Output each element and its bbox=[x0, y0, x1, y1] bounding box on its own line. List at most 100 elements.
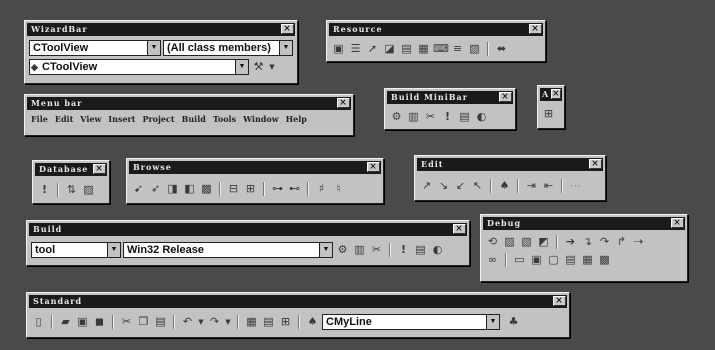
menu-item-insert[interactable]: Insert bbox=[108, 114, 135, 124]
edit-title[interactable]: Edit × bbox=[417, 158, 603, 171]
standard-title[interactable]: Standard × bbox=[29, 295, 567, 308]
chevron-down-icon[interactable]: ▼ bbox=[235, 60, 248, 74]
menu-item-build[interactable]: Build bbox=[182, 114, 206, 124]
class-combo[interactable]: CToolView ▼ bbox=[29, 40, 161, 56]
workspace-icon[interactable]: ▦ bbox=[244, 315, 259, 329]
menu-item-project[interactable]: Project bbox=[142, 114, 174, 124]
pop-context-icon[interactable]: ▩ bbox=[199, 182, 214, 196]
redo-dropdown-icon[interactable]: ▼ bbox=[224, 315, 232, 329]
output-icon[interactable]: ▤ bbox=[261, 315, 276, 329]
disassembly-window-icon[interactable]: ▩ bbox=[597, 253, 612, 267]
call-graph-icon[interactable]: ⊶ bbox=[270, 182, 285, 196]
file-outline-icon[interactable]: ♯ bbox=[314, 182, 329, 196]
clear-bookmarks-icon[interactable]: ↖ bbox=[470, 179, 485, 193]
stop-build-icon[interactable]: ✂ bbox=[423, 110, 438, 124]
copy-icon[interactable]: ❐ bbox=[136, 315, 151, 329]
step-out-icon[interactable]: ↱ bbox=[614, 235, 629, 249]
chevron-down-icon[interactable]: ▼ bbox=[486, 315, 499, 329]
new-icon-icon[interactable]: ◪ bbox=[382, 42, 397, 56]
quickwatch-icon[interactable]: ∞ bbox=[485, 253, 500, 267]
build-title[interactable]: Build × bbox=[29, 223, 467, 236]
close-icon[interactable]: × bbox=[499, 92, 512, 102]
close-icon[interactable]: × bbox=[671, 218, 684, 228]
toggle-bookmark-icon[interactable]: ↗ bbox=[419, 179, 434, 193]
small-palette-title[interactable]: A × bbox=[540, 88, 562, 101]
apply-code-changes-icon[interactable]: ◩ bbox=[536, 235, 551, 249]
show-next-statement-icon[interactable]: ➔ bbox=[563, 235, 578, 249]
save-icon[interactable]: ▣ bbox=[75, 315, 90, 329]
database-title[interactable]: Database × bbox=[35, 163, 107, 176]
new-dialog-icon[interactable]: ▣ bbox=[331, 42, 346, 56]
dropdown-small-icon[interactable]: ▼ bbox=[268, 60, 276, 74]
resource-title[interactable]: Resource × bbox=[329, 23, 543, 36]
indent-icon[interactable]: ⇥ bbox=[524, 179, 539, 193]
undo-dropdown-icon[interactable]: ▼ bbox=[197, 315, 205, 329]
database-run-icon[interactable]: ▨ bbox=[81, 183, 96, 197]
execute-sql-icon[interactable]: ! bbox=[37, 183, 52, 197]
stop-build-icon[interactable]: ✂ bbox=[369, 243, 384, 257]
watch-window-icon[interactable]: ▭ bbox=[512, 253, 527, 267]
base-classes-icon[interactable]: ⊟ bbox=[226, 182, 241, 196]
cut-icon[interactable]: ✂ bbox=[119, 315, 134, 329]
breakpoint-icon[interactable]: ◐ bbox=[430, 243, 445, 257]
function-combo[interactable]: ◆ CToolView ▼ bbox=[29, 59, 249, 75]
step-into-icon[interactable]: ↴ bbox=[580, 235, 595, 249]
close-icon[interactable]: × bbox=[337, 98, 350, 108]
paste-icon[interactable]: ▤ bbox=[153, 315, 168, 329]
call-stack-window-icon[interactable]: ▦ bbox=[580, 253, 595, 267]
menu-item-tools[interactable]: Tools bbox=[213, 114, 236, 124]
build-minibar-title[interactable]: Build MiniBar × bbox=[387, 91, 513, 104]
close-icon[interactable]: × bbox=[553, 296, 566, 306]
undo-icon[interactable]: ↶ bbox=[180, 315, 195, 329]
build-icon[interactable]: ▥ bbox=[352, 243, 367, 257]
members-combo[interactable]: (All class members) ▼ bbox=[162, 40, 293, 56]
compile-icon[interactable]: ⚙ bbox=[389, 110, 404, 124]
browse-query-icon[interactable]: ♮ bbox=[331, 182, 346, 196]
go-to-reference-icon[interactable]: ➶ bbox=[148, 182, 163, 196]
stop-debugging-icon[interactable]: ▨ bbox=[502, 235, 517, 249]
break-execution-icon[interactable]: ▧ bbox=[519, 235, 534, 249]
go-icon[interactable]: ▤ bbox=[413, 243, 428, 257]
go-icon[interactable]: ▤ bbox=[457, 110, 472, 124]
close-icon[interactable]: × bbox=[281, 24, 294, 34]
find-in-files-icon[interactable]: ♠ bbox=[497, 179, 512, 193]
wizardbar-title[interactable]: WizardBar × bbox=[27, 23, 295, 36]
new-version-icon[interactable]: ▧ bbox=[467, 42, 482, 56]
close-icon[interactable]: × bbox=[453, 224, 466, 234]
new-cursor-icon[interactable]: ➚ bbox=[365, 42, 380, 56]
chevron-down-icon[interactable]: ▼ bbox=[279, 41, 292, 55]
compile-icon[interactable]: ⚙ bbox=[335, 243, 350, 257]
new-bitmap-icon[interactable]: ▤ bbox=[399, 42, 414, 56]
next-definition-icon[interactable]: ◧ bbox=[182, 182, 197, 196]
new-menu-icon[interactable]: ☰ bbox=[348, 42, 363, 56]
find-combo[interactable]: CMyLine ▼ bbox=[322, 314, 500, 330]
registers-window-icon[interactable]: ▢ bbox=[546, 253, 561, 267]
chevron-down-icon[interactable]: ▼ bbox=[107, 243, 120, 257]
wand-icon[interactable]: ⚒ bbox=[251, 60, 266, 74]
restart-icon[interactable]: ⟲ bbox=[485, 235, 500, 249]
configuration-combo[interactable]: Win32 Release ▼ bbox=[123, 242, 333, 258]
window-list-icon[interactable]: ⊞ bbox=[278, 315, 293, 329]
redo-icon[interactable]: ↷ bbox=[207, 315, 222, 329]
new-accelerator-icon[interactable]: ⌨ bbox=[433, 42, 449, 56]
browse-title[interactable]: Browse × bbox=[129, 161, 381, 174]
execute-icon[interactable]: ! bbox=[440, 110, 455, 124]
breakpoint-icon[interactable]: ◐ bbox=[474, 110, 489, 124]
previous-definition-icon[interactable]: ◨ bbox=[165, 182, 180, 196]
execute-icon[interactable]: ! bbox=[396, 243, 411, 257]
menu-bar-title[interactable]: Menu bar × bbox=[27, 97, 351, 110]
menu-item-window[interactable]: Window bbox=[243, 114, 279, 124]
save-all-icon[interactable]: ◼ bbox=[92, 315, 107, 329]
callers-graph-icon[interactable]: ⊷ bbox=[287, 182, 302, 196]
previous-bookmark-icon[interactable]: ↙ bbox=[453, 179, 468, 193]
menu-item-file[interactable]: File bbox=[31, 114, 48, 124]
debug-title[interactable]: Debug × bbox=[483, 217, 685, 230]
memory-window-icon[interactable]: ▤ bbox=[563, 253, 578, 267]
outdent-icon[interactable]: ⇤ bbox=[541, 179, 556, 193]
menu-item-view[interactable]: View bbox=[80, 114, 101, 124]
find-icon[interactable]: ♣ bbox=[506, 315, 521, 329]
menu-item-edit[interactable]: Edit bbox=[55, 114, 73, 124]
next-bookmark-icon[interactable]: ↘ bbox=[436, 179, 451, 193]
find-in-files-icon[interactable]: ♠ bbox=[305, 315, 320, 329]
step-over-icon[interactable]: ↷ bbox=[597, 235, 612, 249]
